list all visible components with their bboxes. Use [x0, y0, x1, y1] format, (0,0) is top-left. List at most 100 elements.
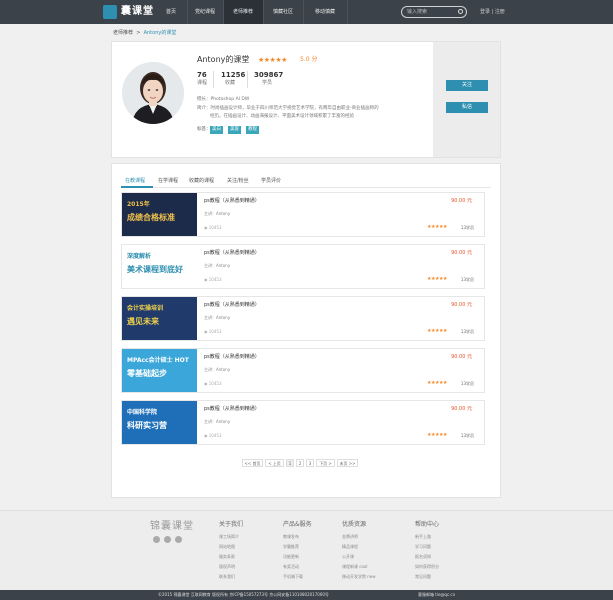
footer-link[interactable]: 报名须知 — [415, 554, 431, 559]
nav-item-courses[interactable]: 党纪课程 — [187, 0, 223, 24]
footer-link[interactable]: 有奖活动 — [283, 564, 299, 569]
footer-link[interactable]: 版权声明 — [219, 564, 235, 569]
tag-chip[interactable]: 美白 — [210, 126, 223, 134]
pager-page-3[interactable]: 3 — [306, 459, 314, 467]
footer-column-heading: 优质资源 — [342, 521, 367, 528]
footer-link[interactable]: 课程新课 cool — [342, 564, 367, 569]
footer-link[interactable]: 学霸推荐 — [283, 544, 299, 549]
footer-link[interactable]: 服务条款 — [219, 554, 235, 559]
footer-link[interactable]: 网站地图 — [219, 544, 235, 549]
copyright-bar: ©2015 锦囊课堂 互联网教育 版权所有 京ICP备15057273号 京公网… — [0, 590, 613, 600]
message-button[interactable]: 私信 — [446, 102, 488, 113]
course-students: 13学员 — [460, 381, 474, 386]
footer-link[interactable]: 金牌讲师 — [342, 534, 358, 539]
pager-first[interactable]: << 首页 — [242, 459, 263, 467]
search-input[interactable]: 输入搜索 — [401, 6, 467, 18]
profile-action-panel — [433, 42, 500, 157]
footer-column-heading: 关于我们 — [219, 521, 244, 528]
course-teacher: 主讲：Antony — [204, 315, 231, 320]
course-thumbnail[interactable]: 会计实操培训 遇见未来 — [122, 297, 197, 340]
course-title[interactable]: ps教程（从熟悉到精通） — [204, 198, 260, 205]
pager-page-2[interactable]: 2 — [296, 459, 304, 467]
footer-link[interactable]: 常见问题 — [415, 574, 431, 579]
course-thumbnail[interactable]: 深度解析 美术课程到底好 — [122, 245, 197, 288]
follow-button[interactable]: 关注 — [446, 80, 488, 91]
pager-last[interactable]: 末页 >> — [337, 459, 358, 467]
tab-favorites[interactable]: 收藏的课程 — [189, 177, 214, 185]
qq-icon[interactable] — [175, 536, 182, 543]
auth-links: 登录 | 注册 — [480, 9, 505, 15]
course-card[interactable]: 中国科学院 科研实习营 ps教程（从熟悉到精通） 90.00 元主讲：Antony ◉ … — [121, 400, 485, 445]
footer-link[interactable]: 公开课 — [342, 554, 354, 559]
course-views-count: 10453 — [208, 433, 222, 438]
thumbnail-headline: 遇见未来 — [127, 317, 159, 326]
footer-link[interactable]: 精品课程 — [342, 544, 358, 549]
thumbnail-caption: 深度解析 — [127, 253, 152, 260]
course-card[interactable]: 2015年 成绩合格标准 ps教程（从熟悉到精通） 90.00 元主讲：Antony ◉… — [121, 192, 485, 237]
stat-students-label: 学员 — [262, 80, 273, 86]
avatar-portrait — [122, 62, 184, 124]
breadcrumb-root[interactable]: 老师推荐 — [113, 30, 133, 36]
tag-chip[interactable]: 教程 — [246, 126, 259, 134]
course-title[interactable]: ps教程（从熟悉到精通） — [204, 406, 260, 413]
course-views-count: 10453 — [208, 381, 222, 386]
nav-divider — [303, 0, 304, 24]
footer-link[interactable]: 手机端下载 — [283, 574, 303, 579]
footer-link[interactable]: 联系我们 — [219, 574, 235, 579]
tab-teaching[interactable]: 在教课程 — [125, 177, 145, 185]
tab-divider — [121, 187, 491, 188]
course-card[interactable]: MPAcc会计硕士 HOT 零基础起步 ps教程（从熟悉到精通） 90.00 元主讲：… — [121, 348, 485, 393]
tags-label: 标签： — [197, 127, 211, 132]
course-title[interactable]: ps教程（从熟悉到精通） — [204, 354, 260, 361]
course-students: 13学员 — [460, 225, 474, 230]
nav-item-home[interactable]: 首页 — [155, 0, 187, 24]
course-students: 13学员 — [460, 329, 474, 334]
pager-page-1[interactable]: 1 — [286, 459, 294, 467]
avatar — [122, 62, 184, 124]
search-placeholder: 输入搜索 — [407, 9, 428, 15]
course-card[interactable]: 深度解析 美术课程到底好 ps教程（从熟悉到精通） 90.00 元主讲：Antony ◉… — [121, 244, 485, 289]
pager-next[interactable]: 下页 > — [316, 459, 335, 467]
weibo-icon[interactable] — [153, 536, 160, 543]
course-card[interactable]: 会计实操培训 遇见未来 ps教程（从熟悉到精通） 90.00 元主讲：Antony ◉ … — [121, 296, 485, 341]
course-price: 90.00 元 — [451, 198, 472, 204]
course-teacher: 主讲：Antony — [204, 419, 231, 424]
course-thumbnail[interactable]: 中国科学院 科研实习营 — [122, 401, 197, 444]
course-price: 90.00 元 — [451, 406, 472, 412]
logo-icon[interactable] — [103, 5, 117, 19]
footer-column-heading: 产品&服务 — [283, 521, 312, 528]
footer-link[interactable]: 课工场简介 — [219, 534, 239, 539]
login-link[interactable]: 登录 — [480, 9, 490, 15]
tab-learning[interactable]: 在学课程 — [158, 177, 178, 185]
footer-link[interactable]: 如何获得积分 — [415, 564, 439, 569]
tab-reviews[interactable]: 学员评价 — [261, 177, 281, 185]
course-views-count: 10453 — [208, 225, 222, 230]
course-price: 90.00 元 — [451, 250, 472, 256]
course-thumbnail[interactable]: MPAcc会计硕士 HOT 零基础起步 — [122, 349, 197, 392]
nav-item-mobile[interactable]: 移动慎藏 — [303, 0, 347, 24]
course-views: ◉ 10453 — [204, 329, 222, 335]
footer-link[interactable]: 学习问题 — [415, 544, 431, 549]
teacher-intro-line1: 简介：时尚插画设计师，毕业于四川师范大学视觉艺术学院，有两年自由职业-商业插画师… — [197, 106, 379, 111]
nav-item-community[interactable]: 慎藏社区 — [263, 0, 303, 24]
footer-link[interactable]: 功能更新 — [283, 554, 299, 559]
footer-link[interactable]: 教课发布 — [283, 534, 299, 539]
nav-item-teachers[interactable]: 老师推荐 — [223, 0, 263, 24]
course-title[interactable]: ps教程（从熟悉到精通） — [204, 302, 260, 309]
footer-link[interactable]: 移动开发学院 new — [342, 574, 376, 579]
course-teacher: 主讲：Antony — [204, 211, 231, 216]
course-title[interactable]: ps教程（从熟悉到精通） — [204, 250, 260, 257]
course-thumbnail[interactable]: 2015年 成绩合格标准 — [122, 193, 197, 236]
breadcrumb: 老师推荐 > Antony的课堂 — [113, 29, 176, 37]
logo-text[interactable]: 囊课堂 — [121, 4, 154, 20]
search-icon[interactable] — [458, 9, 463, 14]
footer-column-heading: 帮助中心 — [415, 521, 440, 528]
stat-favorites-value: 11256 — [221, 71, 246, 79]
register-link[interactable]: 注册 — [495, 9, 505, 15]
tab-follow[interactable]: 关注/粉丝 — [227, 177, 249, 185]
footer-link[interactable]: 新手上路 — [415, 534, 431, 539]
course-views-count: 10453 — [208, 277, 222, 282]
wechat-icon[interactable] — [164, 536, 171, 543]
pager-prev[interactable]: < 上页 — [265, 459, 284, 467]
tag-chip[interactable]: 美容 — [228, 126, 241, 134]
